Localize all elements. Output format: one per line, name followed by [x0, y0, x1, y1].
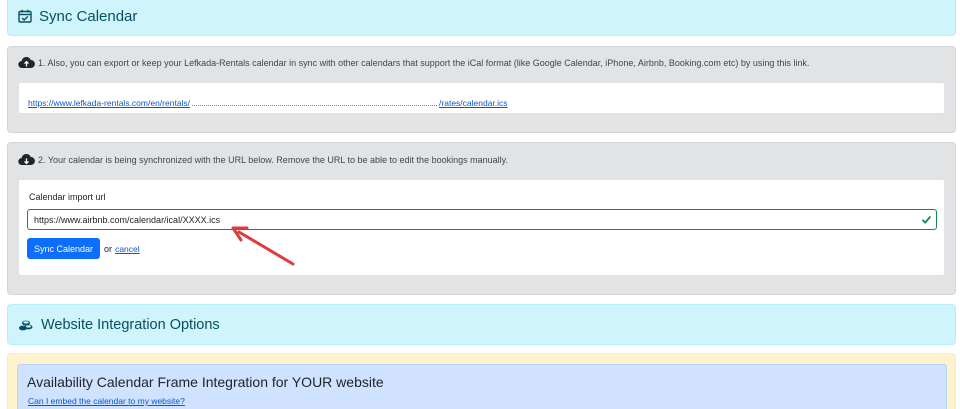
or-text: or: [104, 243, 113, 254]
export-description: 1. Also, you can export or keep your Lef…: [18, 56, 809, 69]
sync-calendar-header: Sync Calendar: [7, 0, 956, 36]
cancel-link[interactable]: cancel: [115, 244, 140, 254]
section-title: Website Integration Options: [41, 316, 220, 333]
sync-calendar-button[interactable]: Sync Calendar: [27, 238, 101, 259]
coins-icon: [18, 318, 34, 332]
ical-export-link[interactable]: https://www.lefkada-rentals.com/en/renta…: [28, 98, 508, 108]
export-text: 1. Also, you can export or keep your Lef…: [38, 57, 810, 68]
import-form: Calendar import url Sync Calendar or can…: [18, 179, 945, 276]
calendar-import-url-input[interactable]: [34, 214, 914, 225]
embed-help-link[interactable]: Can I embed the calendar to my website?: [28, 396, 185, 406]
frame-integration-title: Availability Calendar Frame Integration …: [27, 374, 384, 390]
annotation-arrow-icon: [231, 226, 295, 266]
link-start: https://www.lefkada-rentals.com/en/renta…: [28, 98, 191, 108]
sync-actions: Sync Calendar or cancel: [27, 238, 140, 259]
cloud-download-icon: [18, 153, 35, 166]
import-description: 2. Your calendar is being synchronized w…: [18, 153, 508, 166]
frame-integration-box: Availability Calendar Frame Integration …: [17, 364, 947, 409]
frame-integration-panel: Availability Calendar Frame Integration …: [7, 353, 956, 409]
section-title: Sync Calendar: [39, 7, 138, 25]
import-panel: 2. Your calendar is being synchronized w…: [7, 142, 956, 295]
link-end: /rates/calendar.ics: [439, 98, 508, 108]
link-redacted-part: [192, 100, 438, 106]
cloud-upload-icon: [18, 56, 35, 69]
calendar-import-url-field[interactable]: [27, 209, 937, 230]
import-text: 2. Your calendar is being synchronized w…: [38, 154, 508, 165]
export-panel: 1. Also, you can export or keep your Lef…: [7, 46, 956, 133]
website-integration-header: Website Integration Options: [7, 304, 956, 345]
calendar-check-icon: [18, 9, 32, 23]
export-link-box: https://www.lefkada-rentals.com/en/renta…: [18, 82, 945, 114]
calendar-import-url-label: Calendar import url: [29, 192, 106, 202]
valid-check-icon: [921, 214, 932, 225]
